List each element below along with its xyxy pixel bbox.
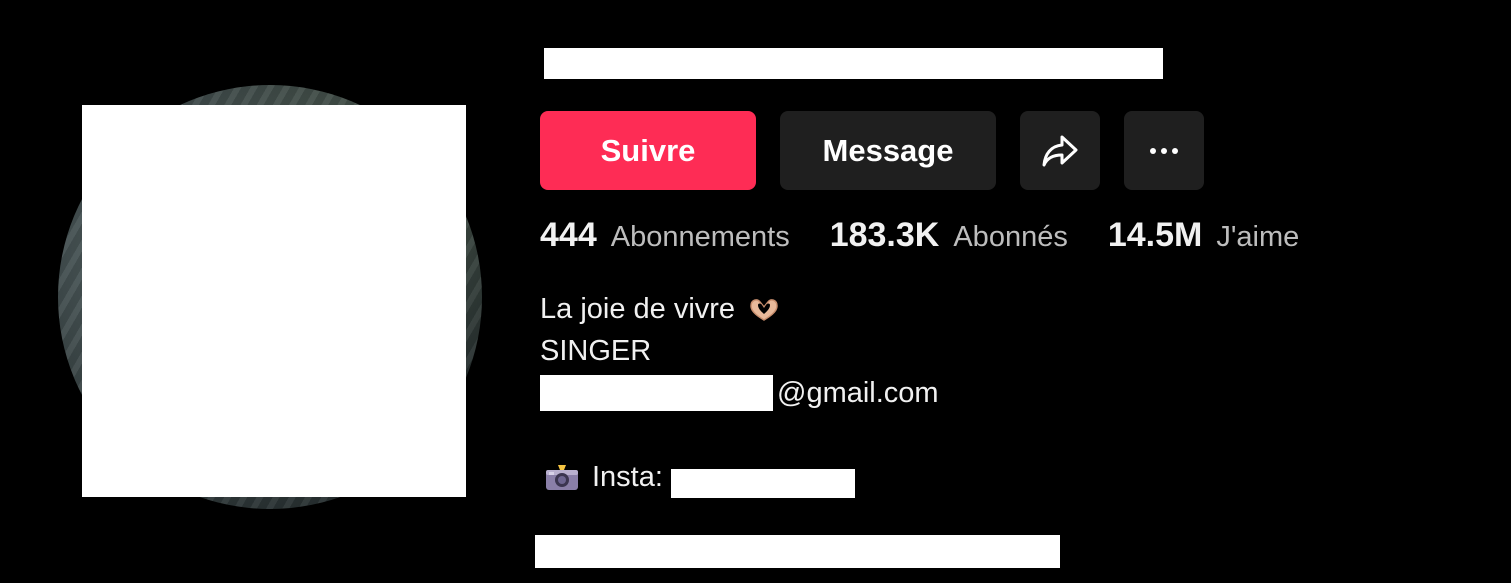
share-icon xyxy=(1042,135,1078,166)
email-suffix: @gmail.com xyxy=(777,377,939,409)
bio-email-line: @gmail.com xyxy=(540,372,939,414)
bio-link-redaction[interactable] xyxy=(535,535,1060,568)
stat-likes-count: 14.5M xyxy=(1107,216,1203,254)
bio-line-1-text: La joie de vivre xyxy=(540,293,736,325)
avatar-redaction xyxy=(82,105,466,497)
email-redaction xyxy=(540,375,773,411)
insta-handle-redaction xyxy=(670,468,855,498)
profile-header: Suivre Message 444 Abonnements 183.3K Ab… xyxy=(0,0,1511,583)
bio-insta-line: Insta: xyxy=(544,456,855,498)
message-button-label: Message xyxy=(822,132,954,168)
profile-stats: 444 Abonnements 183.3K Abonnés 14.5M J'a… xyxy=(540,216,1339,264)
bio-line-1: La joie de vivre xyxy=(540,288,939,330)
bio-line-2: SINGER xyxy=(540,330,939,372)
stat-followers-count: 183.3K xyxy=(829,216,940,254)
heart-hands-icon xyxy=(750,299,778,321)
profile-name-redaction xyxy=(544,48,1163,79)
more-options-button[interactable] xyxy=(1124,111,1204,190)
bio-line-2-text: SINGER xyxy=(540,335,652,367)
more-icon xyxy=(1150,147,1178,154)
share-button[interactable] xyxy=(1020,111,1100,190)
stat-followers-label: Abonnés xyxy=(953,221,1068,253)
stat-following-label: Abonnements xyxy=(610,221,790,253)
stat-followers[interactable]: 183.3K Abonnés xyxy=(830,216,1068,255)
stat-likes: 14.5M J'aime xyxy=(1108,216,1299,255)
profile-bio: La joie de vivre SINGER @gmail.com xyxy=(540,288,939,414)
follow-button-label: Suivre xyxy=(600,132,696,168)
stat-likes-label: J'aime xyxy=(1216,221,1300,253)
insta-label: Insta: xyxy=(592,460,663,493)
stat-following[interactable]: 444 Abonnements xyxy=(540,216,790,255)
camera-flash-icon xyxy=(546,465,578,490)
stat-following-count: 444 xyxy=(540,216,597,254)
message-button[interactable]: Message xyxy=(780,111,996,190)
follow-button[interactable]: Suivre xyxy=(540,111,756,190)
